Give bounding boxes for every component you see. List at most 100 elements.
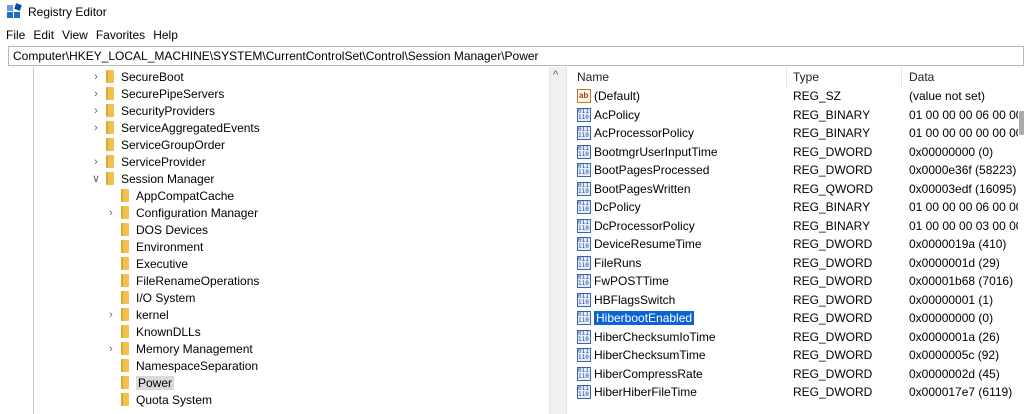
value-name: AcProcessorPolicy xyxy=(594,126,695,140)
tree-item[interactable]: Executive xyxy=(105,255,188,272)
value-row[interactable]: AcPolicy REG_BINARY 01 00 00 00 06 00 00 0… xyxy=(567,106,1024,124)
tree-item[interactable]: DOS Devices xyxy=(105,221,208,238)
value-data: 0x0000002d (45) xyxy=(909,366,1000,381)
value-row[interactable]: DcProcessorPolicy REG_BINARY 01 00 00 00 0… xyxy=(567,217,1024,235)
tree-item[interactable]: › Memory Management xyxy=(105,340,253,357)
tree-item[interactable]: › SecurePipeServers xyxy=(90,85,224,102)
value-row[interactable]: BootmgrUserInputTime REG_DWORD 0x00000000 … xyxy=(567,143,1024,161)
tree-item[interactable]: Quota System xyxy=(105,391,212,408)
chevron-right-icon[interactable]: › xyxy=(90,105,102,117)
column-divider[interactable] xyxy=(901,67,902,87)
chevron-right-icon[interactable]: › xyxy=(105,343,117,355)
value-type: REG_DWORD xyxy=(793,255,873,270)
folder-icon xyxy=(121,359,129,372)
value-type: REG_BINARY xyxy=(793,126,871,140)
binary-value-icon xyxy=(577,311,591,325)
value-row[interactable]: HiberHiberFileTime REG_DWORD 0x000017e7 (6… xyxy=(567,383,1024,401)
value-data: 0x000017e7 (6119) xyxy=(909,385,1013,399)
chevron-down-icon[interactable]: ∨ xyxy=(90,172,102,185)
values-scrollbar-thumb[interactable] xyxy=(1019,111,1024,135)
value-data: 01 00 00 00 00 00 00 00 xyxy=(909,126,1024,140)
value-row[interactable]: HiberbootEnabled REG_DWORD 0x00000000 (0) xyxy=(567,309,1024,327)
tree-item[interactable]: › SecurityProviders xyxy=(90,102,215,119)
value-type: REG_DWORD xyxy=(793,311,873,325)
value-row[interactable]: FileRuns REG_DWORD 0x0000001d (29) xyxy=(567,254,1024,272)
tree-item-label: ServiceProvider xyxy=(121,154,206,169)
menu-view[interactable]: View xyxy=(62,28,88,42)
tree-item[interactable]: › SecureBoot xyxy=(90,68,184,85)
menu-favorites[interactable]: Favorites xyxy=(96,28,145,42)
value-row[interactable]: HiberCompressRate REG_DWORD 0x0000002d (45… xyxy=(567,365,1024,383)
tree-item[interactable]: FileRenameOperations xyxy=(105,272,259,289)
value-row[interactable]: BootPagesProcessed REG_DWORD 0x0000e36f (5… xyxy=(567,161,1024,179)
folder-icon xyxy=(106,104,114,117)
tree-item[interactable]: › Configuration Manager xyxy=(105,204,258,221)
tree-scrollbar[interactable]: ^ xyxy=(549,67,566,414)
value-name: FileRuns xyxy=(594,255,642,270)
value-row[interactable]: BootPagesWritten REG_QWORD 0x00003edf (160… xyxy=(567,180,1024,198)
tree-item-label: Power xyxy=(136,375,175,390)
tree-item[interactable]: NamespaceSeparation xyxy=(105,357,258,374)
tree-item[interactable]: ServiceGroupOrder xyxy=(90,136,225,153)
value-name-cell: BootmgrUserInputTime xyxy=(577,143,782,161)
folder-icon xyxy=(106,121,114,134)
column-header-data[interactable]: Data xyxy=(909,67,934,87)
value-row[interactable]: (Default) REG_SZ (value not set) xyxy=(567,87,1024,105)
values-pane: Name Type Data (Default) REG_SZ (value not… xyxy=(566,67,1024,414)
values-scrollbar[interactable] xyxy=(1018,87,1024,414)
value-name-cell: (Default) xyxy=(577,87,782,105)
folder-icon xyxy=(121,257,129,270)
tree-item[interactable]: Power xyxy=(105,374,175,391)
tree-item-label: I/O System xyxy=(136,290,196,305)
tree-item[interactable]: › ServiceProvider xyxy=(90,153,206,170)
tree-item[interactable]: › kernel xyxy=(105,306,169,323)
tree-item[interactable]: KnownDLLs xyxy=(105,323,201,340)
scroll-up-icon[interactable]: ^ xyxy=(553,69,558,81)
value-type: REG_BINARY xyxy=(793,218,871,233)
value-name-cell: DcProcessorPolicy xyxy=(577,217,782,235)
value-type: REG_DWORD xyxy=(793,348,873,362)
value-row[interactable]: AcProcessorPolicy REG_BINARY 01 00 00 00 0… xyxy=(567,124,1024,142)
tree-item-label: AppCompatCache xyxy=(136,188,235,203)
registry-editor-icon xyxy=(6,3,22,20)
menu-file[interactable]: File xyxy=(6,28,25,42)
chevron-right-icon[interactable]: › xyxy=(90,122,102,134)
binary-value-icon xyxy=(577,292,591,307)
tree-item[interactable]: AppCompatCache xyxy=(105,187,234,204)
column-divider[interactable] xyxy=(786,67,787,87)
tree-item[interactable]: › ServiceAggregatedEvents xyxy=(90,119,260,136)
value-type: REG_DWORD xyxy=(793,292,873,307)
column-header-name[interactable]: Name xyxy=(577,67,609,87)
chevron-right-icon[interactable]: › xyxy=(90,71,102,83)
value-row[interactable]: HiberChecksumIoTime REG_DWORD 0x0000001a (… xyxy=(567,328,1024,346)
tree-item[interactable]: I/O System xyxy=(105,289,195,306)
menu-help[interactable]: Help xyxy=(153,28,178,42)
chevron-right-icon[interactable]: › xyxy=(90,156,102,168)
value-name: BootPagesProcessed xyxy=(594,163,710,177)
tree-item-label: SecurePipeServers xyxy=(121,86,225,101)
column-header-type[interactable]: Type xyxy=(793,67,819,87)
value-row[interactable]: DeviceResumeTime REG_DWORD 0x0000019a (410… xyxy=(567,235,1024,253)
value-row[interactable]: FwPOSTTime REG_DWORD 0x00001b68 (7016) xyxy=(567,272,1024,290)
chevron-right-icon[interactable]: › xyxy=(90,88,102,100)
address-bar[interactable]: Computer\HKEY_LOCAL_MACHINE\SYSTEM\Curre… xyxy=(8,46,1024,66)
value-name: HiberbootEnabled xyxy=(592,310,696,326)
chevron-right-icon[interactable]: › xyxy=(105,207,117,219)
value-name-cell: HiberChecksumTime xyxy=(577,346,782,364)
value-data: 0x0000001d (29) xyxy=(909,255,1000,270)
binary-value-icon xyxy=(577,255,591,270)
value-data: 0x00003edf (16095) xyxy=(909,181,1017,196)
value-name-cell: BootPagesWritten xyxy=(577,180,782,198)
tree-item[interactable]: Environment xyxy=(105,238,203,255)
value-row[interactable]: DcPolicy REG_BINARY 01 00 00 00 06 00 00 0… xyxy=(567,198,1024,216)
menu-edit[interactable]: Edit xyxy=(33,28,54,42)
value-type: REG_BINARY xyxy=(793,107,871,122)
value-name-cell: AcPolicy xyxy=(577,106,782,124)
tree-item[interactable]: ∨ Session Manager xyxy=(90,170,214,187)
value-name: (Default) xyxy=(594,89,641,103)
window-title: Registry Editor xyxy=(28,5,107,19)
chevron-right-icon[interactable]: › xyxy=(105,309,117,321)
value-row[interactable]: HBFlagsSwitch REG_DWORD 0x00000001 (1) xyxy=(567,291,1024,309)
value-row[interactable]: HiberChecksumTime REG_DWORD 0x0000005c (92… xyxy=(567,346,1024,364)
value-name-cell: HiberChecksumIoTime xyxy=(577,328,782,346)
